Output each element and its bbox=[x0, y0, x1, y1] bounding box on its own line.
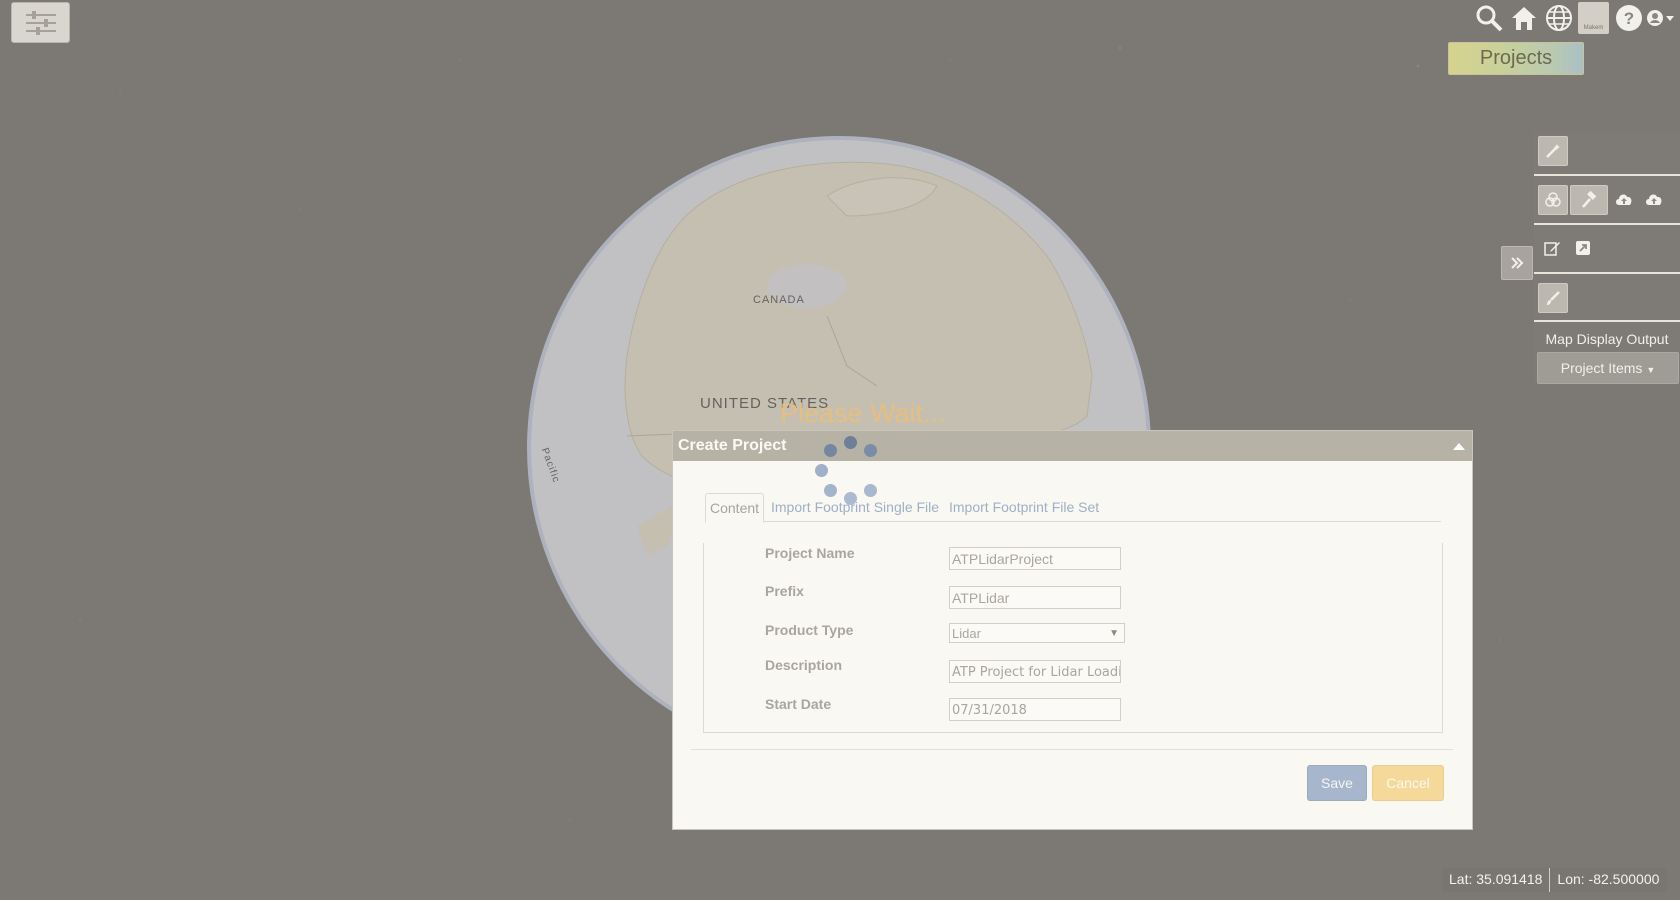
spinner-dot bbox=[824, 484, 837, 497]
panel-divider bbox=[1534, 320, 1680, 322]
spinner-dot bbox=[824, 444, 837, 457]
dialog-title: Create Project bbox=[678, 437, 787, 454]
external-link-icon[interactable] bbox=[1569, 234, 1597, 262]
help-icon[interactable]: ? bbox=[1613, 2, 1645, 34]
home-icon[interactable] bbox=[1508, 2, 1540, 34]
paintbrush-icon[interactable] bbox=[1538, 283, 1568, 313]
sliders-icon bbox=[25, 10, 56, 35]
user-menu-icon[interactable] bbox=[1645, 2, 1677, 34]
collapse-panel-button[interactable] bbox=[1501, 246, 1533, 280]
map-display-title: Map Display Output bbox=[1545, 331, 1669, 347]
spinner-dot bbox=[864, 444, 877, 457]
cancel-button[interactable]: Cancel bbox=[1372, 765, 1444, 801]
dialog-tabs: Content Import Footprint Single File Imp… bbox=[705, 493, 1441, 523]
tab-import-footprint-file-set[interactable]: Import Footprint File Set bbox=[945, 493, 1103, 521]
save-button[interactable]: Save bbox=[1307, 765, 1367, 801]
prefix-input[interactable]: ATPLidar bbox=[949, 586, 1121, 609]
globe-icon[interactable] bbox=[1543, 2, 1575, 34]
start-date-label: Start Date bbox=[765, 696, 832, 712]
dialog-footer-divider bbox=[691, 749, 1453, 750]
panel-divider bbox=[1534, 174, 1680, 176]
project-name-label: Project Name bbox=[765, 545, 855, 561]
project-name-input[interactable]: ATPLidarProject bbox=[949, 547, 1121, 570]
projects-button[interactable]: Projects bbox=[1448, 42, 1584, 75]
spinner-dot bbox=[844, 436, 857, 449]
spinner-dot bbox=[844, 492, 857, 505]
panel-divider bbox=[1534, 272, 1680, 274]
product-type-label: Product Type bbox=[765, 622, 854, 638]
cloud-upload-icon[interactable] bbox=[1610, 185, 1638, 213]
project-items-dropdown[interactable]: Project Items ▼ bbox=[1537, 352, 1679, 384]
start-date-input[interactable]: 07/31/2018 bbox=[949, 698, 1121, 721]
spinner-dot bbox=[864, 484, 877, 497]
svg-text:?: ? bbox=[1624, 9, 1634, 28]
coordinate-readout: Lat: 35.091418 Lon: -82.500000 bbox=[1442, 868, 1667, 892]
product-type-select[interactable]: Lidar ▼ bbox=[949, 623, 1125, 643]
prefix-label: Prefix bbox=[765, 583, 804, 599]
collapse-dialog-icon[interactable] bbox=[1452, 439, 1466, 453]
description-input[interactable]: ATP Project for Lidar Loading bbox=[949, 660, 1121, 683]
edit-icon[interactable] bbox=[1538, 234, 1566, 262]
hammer-icon[interactable] bbox=[1570, 185, 1608, 215]
basemap-thumbnail[interactable]: Makem bbox=[1578, 2, 1609, 34]
cloud-upload-icon[interactable] bbox=[1640, 185, 1668, 213]
caret-down-icon: ▼ bbox=[1109, 628, 1119, 639]
form-panel: Project Name ATPLidarProject Prefix ATPL… bbox=[703, 543, 1443, 733]
map-label-canada: CANADA bbox=[753, 294, 805, 306]
layers-menu-button[interactable] bbox=[11, 2, 70, 43]
create-project-dialog: Create Project Content Import Footprint … bbox=[672, 430, 1473, 830]
tab-content[interactable]: Content bbox=[705, 493, 765, 523]
loading-text: Please Wait... bbox=[780, 398, 946, 428]
panel-divider bbox=[1534, 223, 1680, 225]
chain-icon[interactable] bbox=[1538, 185, 1568, 215]
longitude-readout: Lon: -82.500000 bbox=[1549, 868, 1667, 892]
spinner-dot bbox=[815, 464, 828, 477]
double-chevron-right-icon bbox=[1511, 257, 1524, 269]
magic-wand-icon[interactable] bbox=[1538, 136, 1568, 166]
dialog-header[interactable]: Create Project bbox=[673, 431, 1472, 461]
description-label: Description bbox=[765, 657, 843, 673]
latitude-readout: Lat: 35.091418 bbox=[1442, 868, 1550, 892]
caret-down-icon: ▼ bbox=[1646, 365, 1656, 375]
search-icon[interactable] bbox=[1473, 2, 1505, 34]
